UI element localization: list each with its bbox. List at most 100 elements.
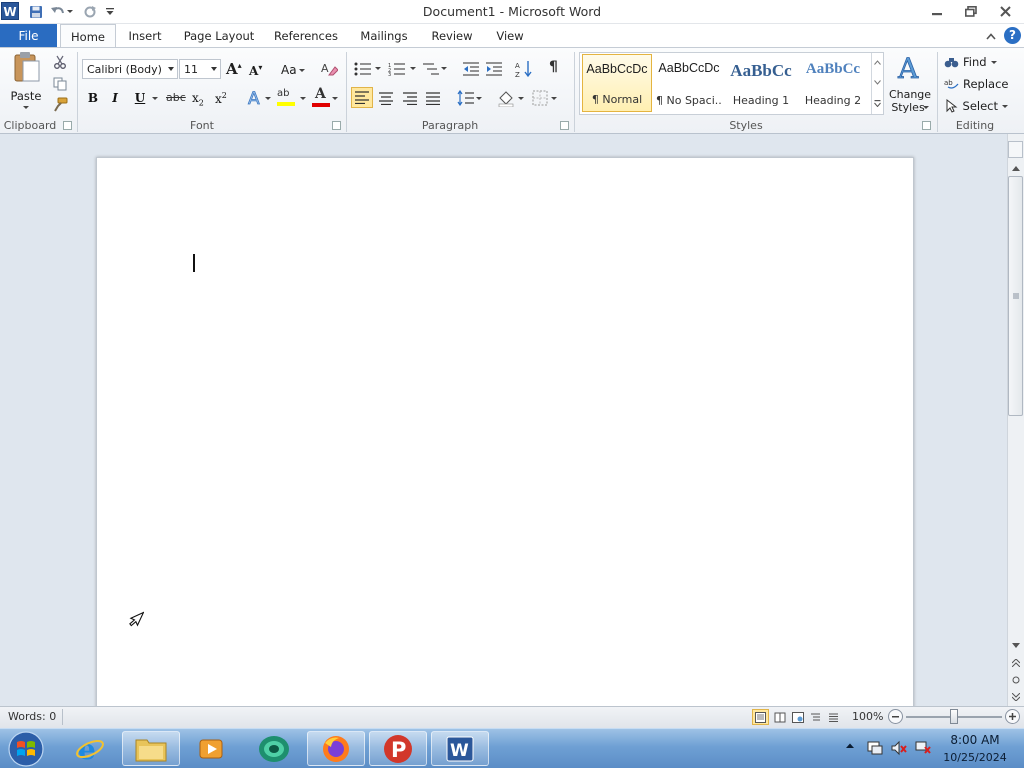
file-explorer-icon[interactable] (122, 731, 180, 766)
align-right-icon[interactable] (400, 88, 420, 108)
increase-indent-icon[interactable] (484, 59, 504, 79)
style-heading-2[interactable]: AaBbCc Heading 2 (798, 54, 868, 112)
multilevel-dropdown-icon[interactable] (441, 67, 447, 70)
tab-view[interactable]: View (490, 24, 530, 48)
zoom-out-icon[interactable] (888, 709, 903, 724)
ruler-toggle-icon[interactable] (1008, 141, 1023, 158)
tab-references[interactable]: References (269, 24, 343, 48)
clock-date[interactable]: 10/25/2024 (940, 751, 1010, 764)
styles-gallery-scroller[interactable] (871, 53, 883, 114)
underline-dropdown-icon[interactable] (152, 97, 158, 100)
change-styles-button[interactable]: A Change Styles (887, 52, 933, 116)
outline-view-icon[interactable] (807, 709, 824, 725)
find-button[interactable]: Find (944, 53, 1004, 71)
sort-icon[interactable]: AZ (514, 59, 534, 79)
previous-page-icon[interactable] (1009, 657, 1022, 668)
bullets-dropdown-icon[interactable] (375, 67, 381, 70)
word-count[interactable]: Words: 0 (8, 710, 56, 723)
web-layout-view-icon[interactable] (789, 709, 806, 725)
strikethrough-button[interactable]: abc (166, 91, 186, 104)
draft-view-icon[interactable] (825, 709, 842, 725)
print-layout-view-icon[interactable] (752, 709, 769, 725)
clock-time[interactable]: 8:00 AM (940, 733, 1010, 747)
font-color-dropdown-icon[interactable] (332, 97, 338, 100)
format-painter-icon[interactable] (50, 95, 70, 115)
superscript-button[interactable]: x2 (215, 91, 227, 106)
green-app-icon[interactable] (245, 731, 303, 766)
cut-icon[interactable] (50, 52, 70, 72)
replace-button[interactable]: ab Replace (944, 75, 1010, 93)
tab-mailings[interactable]: Mailings (354, 24, 414, 48)
underline-button[interactable]: U (133, 91, 147, 105)
style-heading-1[interactable]: AaBbCc Heading 1 (726, 54, 796, 112)
show-marks-button[interactable]: ¶ (549, 59, 565, 75)
select-button[interactable]: Select (944, 97, 1008, 115)
justify-icon[interactable] (423, 88, 443, 108)
multilevel-list-icon[interactable] (421, 59, 441, 79)
word-icon[interactable]: W (431, 731, 489, 766)
scrollbar-thumb[interactable] (1008, 176, 1023, 416)
decrease-indent-icon[interactable] (461, 59, 481, 79)
paste-button[interactable]: Paste (8, 51, 44, 113)
redo-icon[interactable] (81, 3, 99, 20)
bold-button[interactable]: B (86, 91, 100, 105)
p-app-icon[interactable]: P (369, 731, 427, 766)
tab-review[interactable]: Review (425, 24, 479, 48)
subscript-button[interactable]: x2 (192, 91, 204, 107)
scroll-down-icon[interactable] (1009, 640, 1022, 651)
align-center-icon[interactable] (376, 88, 396, 108)
change-case-button[interactable]: Aa (281, 62, 307, 78)
save-icon[interactable] (27, 3, 45, 20)
copy-icon[interactable] (50, 74, 70, 94)
action-center-icon[interactable] (866, 740, 884, 756)
font-dialog-launcher-icon[interactable] (332, 121, 341, 130)
borders-icon[interactable] (530, 88, 550, 108)
scroll-up-icon[interactable] (1009, 163, 1022, 174)
numbering-dropdown-icon[interactable] (410, 67, 416, 70)
paste-dropdown-icon[interactable] (23, 106, 29, 109)
line-spacing-icon[interactable] (456, 88, 476, 108)
zoom-slider-thumb[interactable] (950, 709, 958, 724)
numbering-icon[interactable]: 123 (387, 59, 407, 79)
styles-dialog-launcher-icon[interactable] (922, 121, 931, 130)
network-icon[interactable] (914, 740, 932, 756)
internet-explorer-icon[interactable]: e (61, 731, 119, 766)
speaker-icon[interactable] (890, 740, 908, 756)
close-icon[interactable] (988, 0, 1022, 23)
next-page-icon[interactable] (1009, 691, 1022, 702)
shading-dropdown-icon[interactable] (518, 97, 524, 100)
shading-icon[interactable] (496, 88, 516, 108)
clear-formatting-icon[interactable]: A (319, 59, 339, 79)
full-screen-reading-view-icon[interactable] (771, 709, 788, 725)
highlight-button[interactable]: ab (277, 88, 297, 108)
show-hidden-icons-icon[interactable] (845, 742, 857, 752)
borders-dropdown-icon[interactable] (551, 97, 557, 100)
customize-quick-access-icon[interactable] (104, 3, 116, 20)
bullets-icon[interactable] (353, 59, 373, 79)
tab-file[interactable]: File (0, 24, 57, 47)
style-normal[interactable]: AaBbCcDc ¶ Normal (582, 54, 652, 112)
text-effects-dropdown-icon[interactable] (265, 97, 271, 100)
start-button[interactable] (6, 729, 46, 768)
help-icon[interactable]: ? (1004, 27, 1021, 44)
highlight-dropdown-icon[interactable] (300, 97, 306, 100)
select-browse-object-icon[interactable] (1009, 674, 1022, 685)
align-left-icon[interactable] (351, 87, 373, 108)
minimize-ribbon-icon[interactable] (984, 29, 998, 43)
font-size-combo[interactable]: 11 (179, 59, 221, 79)
word-app-icon[interactable]: W (1, 2, 19, 20)
media-player-icon[interactable] (183, 731, 241, 766)
line-spacing-dropdown-icon[interactable] (476, 97, 482, 100)
undo-dropdown-icon[interactable] (66, 3, 74, 20)
firefox-icon[interactable] (307, 731, 365, 766)
restore-icon[interactable] (954, 0, 988, 23)
zoom-level[interactable]: 100% (852, 710, 883, 723)
tab-page-layout[interactable]: Page Layout (180, 24, 258, 48)
undo-icon[interactable] (49, 3, 67, 20)
zoom-in-icon[interactable] (1005, 709, 1020, 724)
minimize-icon[interactable] (920, 0, 954, 23)
text-effects-icon[interactable]: A (246, 88, 266, 108)
document-page[interactable] (96, 157, 914, 717)
font-name-combo[interactable]: Calibri (Body) (82, 59, 178, 79)
italic-button[interactable]: I (108, 91, 122, 105)
